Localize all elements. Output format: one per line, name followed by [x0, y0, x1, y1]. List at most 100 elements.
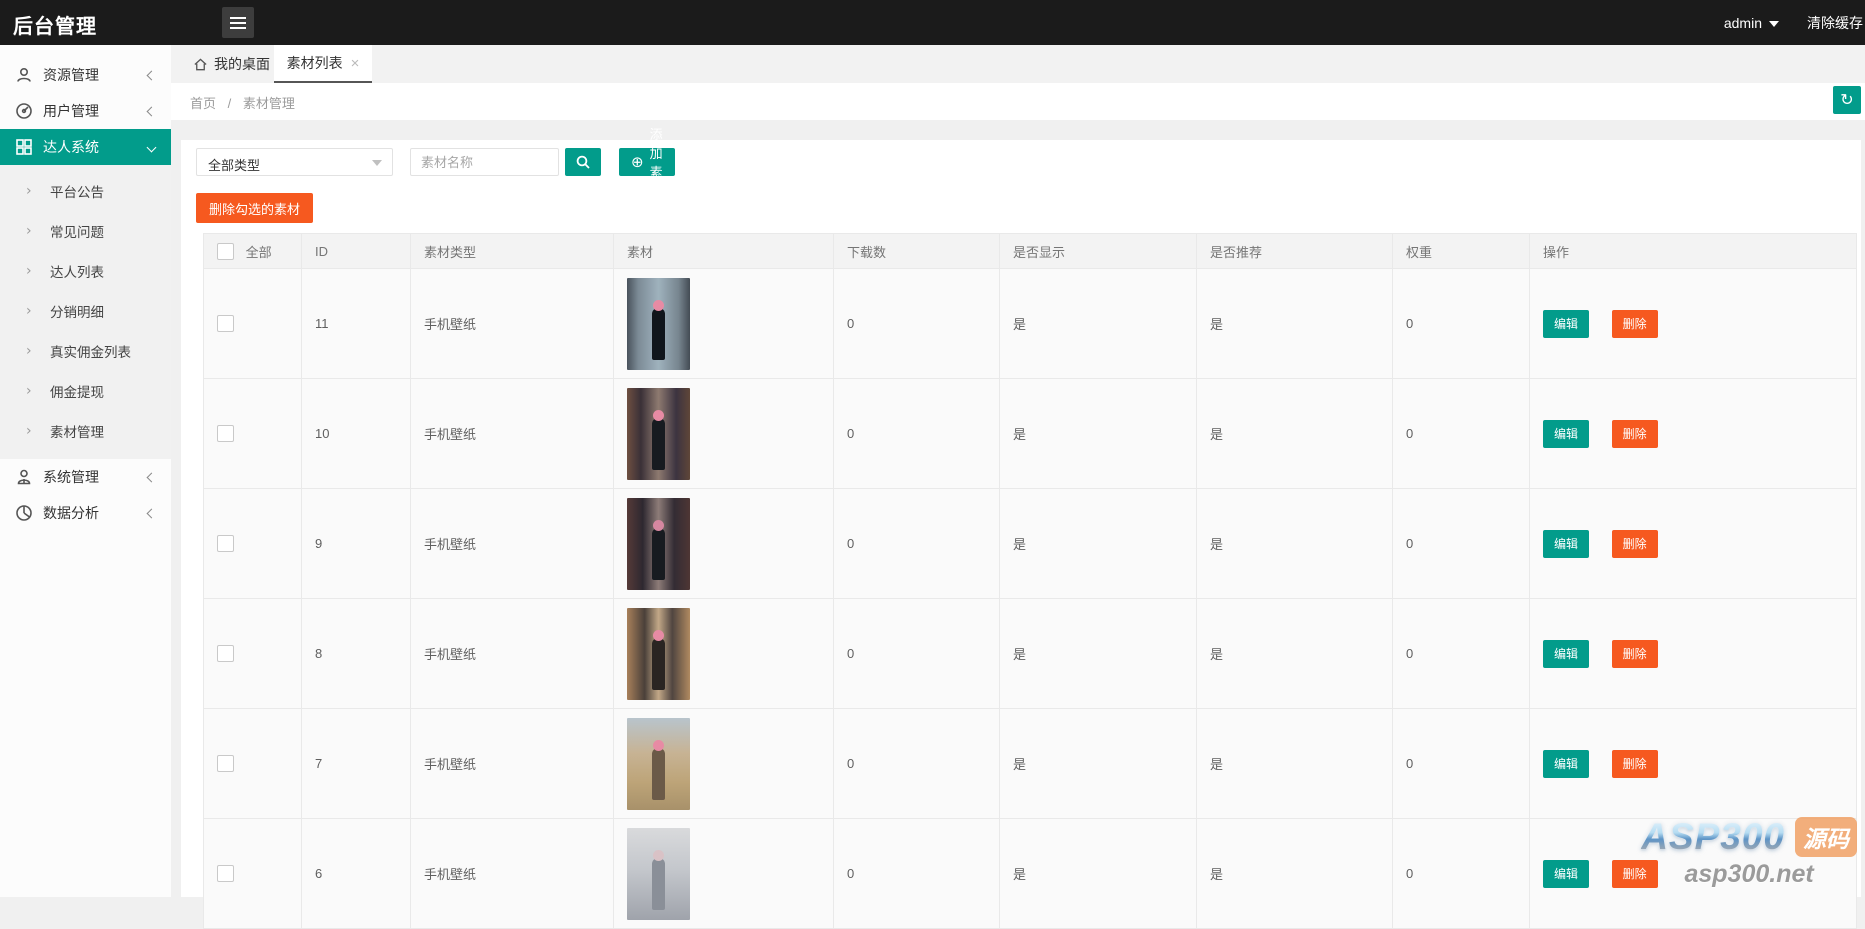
cell-weight: 0: [1393, 599, 1530, 709]
tab-my-desktop[interactable]: 我的桌面: [181, 45, 274, 83]
username: admin: [1724, 15, 1762, 31]
select-all-checkbox[interactable]: [217, 243, 234, 260]
column-header-type: 素材类型: [411, 234, 614, 269]
search-icon: [575, 154, 591, 170]
cell-id: 11: [302, 269, 411, 379]
submenu-item-label: 达人列表: [50, 261, 104, 281]
edit-button[interactable]: 编辑: [1543, 750, 1589, 778]
cell-visible: 是: [1000, 269, 1197, 379]
hamburger-menu-button[interactable]: [222, 7, 254, 38]
cell-recommended: 是: [1197, 489, 1393, 599]
cell-weight: 0: [1393, 819, 1530, 929]
chevron-right-icon: ›: [26, 263, 32, 279]
tab-material-list[interactable]: 素材列表 ×: [274, 45, 372, 83]
hamburger-icon: [230, 14, 246, 32]
sidebar-submenu-item[interactable]: › 常见问题: [0, 211, 171, 251]
sidebar-submenu-item[interactable]: › 素材管理: [0, 411, 171, 451]
sidebar-submenu-item[interactable]: › 达人列表: [0, 251, 171, 291]
column-header: 全部: [246, 245, 272, 260]
sidebar-submenu-item[interactable]: › 真实佣金列表: [0, 331, 171, 371]
delete-button[interactable]: 删除: [1612, 860, 1658, 888]
chevron-left-icon: [147, 473, 157, 483]
type-filter-select[interactable]: 全部类型: [196, 148, 393, 176]
material-thumbnail[interactable]: [627, 278, 690, 370]
column-header-visible: 是否显示: [1000, 234, 1197, 269]
cell-recommended: 是: [1197, 599, 1393, 709]
submenu-item-label: 分销明细: [50, 301, 104, 321]
sidebar-item-talent-system[interactable]: 达人系统: [0, 129, 171, 165]
column-header-actions: 操作: [1530, 234, 1857, 269]
material-name-input[interactable]: [410, 148, 559, 176]
delete-button[interactable]: 删除: [1612, 750, 1658, 778]
user-menu[interactable]: admin: [1724, 15, 1779, 31]
breadcrumb-home[interactable]: 首页: [190, 96, 216, 111]
chevron-down-icon: [372, 160, 382, 166]
edit-button[interactable]: 编辑: [1543, 420, 1589, 448]
cell-downloads: 0: [834, 709, 1000, 819]
sidebar-submenu-item[interactable]: › 佣金提现: [0, 371, 171, 411]
delete-button[interactable]: 删除: [1612, 310, 1658, 338]
cell-visible: 是: [1000, 489, 1197, 599]
row-checkbox[interactable]: [217, 425, 234, 442]
content-panel: 全部类型 ⊕ 添加素材 删除勾选的素材 全部 I: [181, 140, 1861, 897]
edit-button[interactable]: 编辑: [1543, 640, 1589, 668]
delete-button[interactable]: 删除: [1612, 530, 1658, 558]
row-checkbox[interactable]: [217, 755, 234, 772]
clear-cache-button[interactable]: 清除缓存: [1807, 13, 1863, 33]
row-checkbox[interactable]: [217, 535, 234, 552]
chevron-right-icon: ›: [26, 223, 32, 239]
delete-button[interactable]: 删除: [1612, 420, 1658, 448]
sidebar-submenu-item[interactable]: › 分销明细: [0, 291, 171, 331]
sidebar-item-system[interactable]: 系统管理: [0, 459, 171, 495]
material-thumbnail[interactable]: [627, 388, 690, 480]
sidebar-item-data-analysis[interactable]: 数据分析: [0, 495, 171, 531]
chevron-right-icon: ›: [26, 343, 32, 359]
material-thumbnail[interactable]: [627, 498, 690, 590]
cell-downloads: 0: [834, 489, 1000, 599]
material-thumbnail[interactable]: [627, 828, 690, 920]
row-checkbox[interactable]: [217, 865, 234, 882]
close-icon[interactable]: ×: [351, 55, 360, 72]
sidebar-submenu-item[interactable]: › 平台公告: [0, 171, 171, 211]
table-row: 7 手机壁纸 0 是 是 0 编辑 删除: [204, 709, 1857, 819]
submenu-item-label: 真实佣金列表: [50, 341, 131, 361]
delete-button[interactable]: 删除: [1612, 640, 1658, 668]
table-row: 6 手机壁纸 0 是 是 0 编辑 删除: [204, 819, 1857, 929]
cell-recommended: 是: [1197, 709, 1393, 819]
materials-table: 全部 ID 素材类型 素材 下载数 是否显示 是否推荐 权重 操作 11 手机壁…: [203, 233, 1856, 929]
cell-downloads: 0: [834, 819, 1000, 929]
table-row: 8 手机壁纸 0 是 是 0 编辑 删除: [204, 599, 1857, 709]
material-thumbnail[interactable]: [627, 718, 690, 810]
cell-weight: 0: [1393, 709, 1530, 819]
submenu-item-label: 常见问题: [50, 221, 104, 241]
submenu-item-label: 佣金提现: [50, 381, 104, 401]
edit-button[interactable]: 编辑: [1543, 310, 1589, 338]
search-button[interactable]: [565, 148, 601, 176]
cell-id: 6: [302, 819, 411, 929]
sidebar-item-resources[interactable]: 资源管理: [0, 57, 171, 93]
chevron-right-icon: ›: [26, 303, 32, 319]
cell-recommended: 是: [1197, 819, 1393, 929]
table-row: 10 手机壁纸 0 是 是 0 编辑 删除: [204, 379, 1857, 489]
add-material-button[interactable]: ⊕ 添加素材: [619, 148, 675, 176]
cell-id: 9: [302, 489, 411, 599]
column-header-id: ID: [302, 234, 411, 269]
material-thumbnail[interactable]: [627, 608, 690, 700]
row-checkbox[interactable]: [217, 645, 234, 662]
row-checkbox[interactable]: [217, 315, 234, 332]
cell-id: 7: [302, 709, 411, 819]
table-body: 11 手机壁纸 0 是 是 0 编辑 删除 10 手机壁纸 0 是 是 0 编辑…: [204, 269, 1857, 929]
refresh-button[interactable]: ↻: [1833, 86, 1861, 114]
table-header-row: 全部 ID 素材类型 素材 下载数 是否显示 是否推荐 权重 操作: [204, 234, 1857, 269]
sidebar-item-users[interactable]: 用户管理: [0, 93, 171, 129]
edit-button[interactable]: 编辑: [1543, 530, 1589, 558]
cell-recommended: 是: [1197, 269, 1393, 379]
chevron-right-icon: ›: [26, 383, 32, 399]
cell-type: 手机壁纸: [411, 379, 614, 489]
cell-visible: 是: [1000, 709, 1197, 819]
cell-downloads: 0: [834, 269, 1000, 379]
grid-icon: [14, 137, 34, 157]
chevron-down-icon: [147, 143, 157, 153]
edit-button[interactable]: 编辑: [1543, 860, 1589, 888]
delete-checked-button[interactable]: 删除勾选的素材: [196, 193, 313, 223]
